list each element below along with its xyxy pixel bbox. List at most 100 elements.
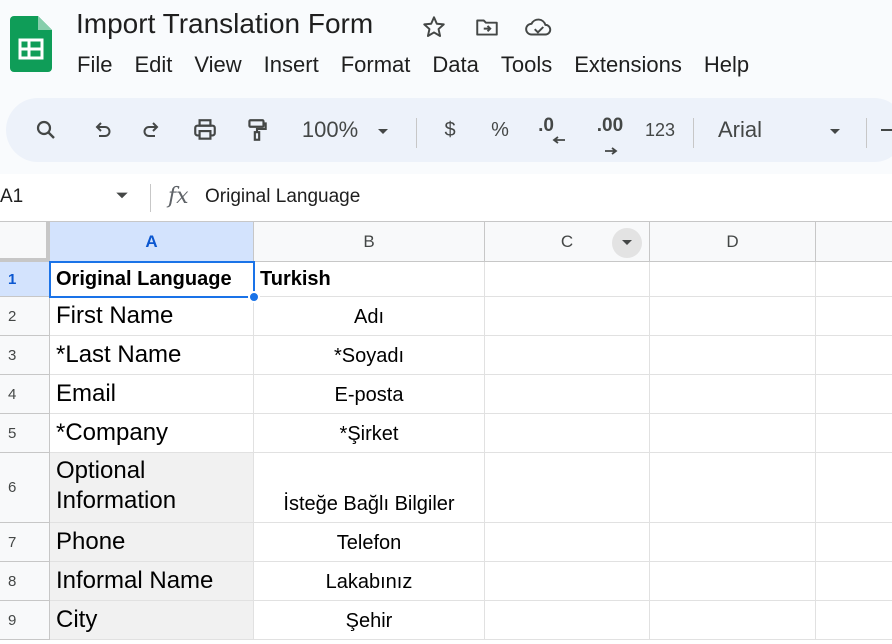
undo-icon[interactable] <box>86 98 118 162</box>
cell-d7[interactable] <box>650 523 816 562</box>
cell-d2[interactable] <box>650 297 816 336</box>
chevron-down-icon[interactable] <box>114 188 134 208</box>
increase-decimal-button[interactable]: .00 <box>590 98 630 162</box>
cell-e2[interactable] <box>816 297 892 336</box>
toolbar: 100% $ % .0 .00 123 Arial <box>6 98 892 162</box>
cell-b8[interactable]: Lakabınız <box>254 562 485 601</box>
more-formats-button[interactable]: 123 <box>640 98 680 162</box>
sheets-logo-icon[interactable] <box>10 16 52 72</box>
cell-b1[interactable]: Turkish <box>254 262 485 297</box>
cell-c6[interactable] <box>485 453 650 523</box>
cell-d9[interactable] <box>650 601 816 640</box>
row-header-4[interactable]: 4 <box>0 375 50 414</box>
chevron-down-icon <box>376 117 390 143</box>
row-header-9[interactable]: 9 <box>0 601 50 640</box>
cell-d8[interactable] <box>650 562 816 601</box>
cell-d3[interactable] <box>650 336 816 375</box>
cell-c5[interactable] <box>485 414 650 453</box>
row-header-1[interactable]: 1 <box>0 262 50 297</box>
star-icon[interactable] <box>419 12 449 42</box>
cell-d1[interactable] <box>650 262 816 297</box>
cell-e6[interactable] <box>816 453 892 523</box>
cell-e7[interactable] <box>816 523 892 562</box>
cell-a5[interactable]: *Company <box>50 414 254 453</box>
menu-format[interactable]: Format <box>330 50 422 82</box>
menu-extensions[interactable]: Extensions <box>563 50 693 82</box>
cloud-saved-icon[interactable] <box>524 12 554 42</box>
menu-tools[interactable]: Tools <box>490 50 563 82</box>
decrease-decimal-button[interactable]: .0 <box>536 98 570 162</box>
cell-b6[interactable]: İsteğe Bağlı Bilgiler <box>254 453 485 523</box>
row-header-7[interactable]: 7 <box>0 523 50 562</box>
cell-c3[interactable] <box>485 336 650 375</box>
toolbar-divider <box>416 118 417 148</box>
cell-b3[interactable]: *Soyadı <box>254 336 485 375</box>
cell-a6[interactable]: Optional Information <box>50 453 254 523</box>
fill-handle[interactable] <box>248 291 260 303</box>
move-to-folder-icon[interactable] <box>472 12 502 42</box>
cell-e1[interactable] <box>816 262 892 297</box>
cell-a9[interactable]: City <box>50 601 254 640</box>
cell-c7[interactable] <box>485 523 650 562</box>
cell-b5[interactable]: *Şirket <box>254 414 485 453</box>
cell-c2[interactable] <box>485 297 650 336</box>
menu-view[interactable]: View <box>183 50 252 82</box>
fx-icon: fx <box>168 184 189 209</box>
row-header-5[interactable]: 5 <box>0 414 50 453</box>
menu-file[interactable]: File <box>66 50 123 82</box>
spreadsheet-grid: A B C D 1 Original Language Turkish 2 Fi… <box>0 222 892 644</box>
cell-a3[interactable]: *Last Name <box>50 336 254 375</box>
decrease-font-size-icon[interactable] <box>880 98 892 162</box>
cell-c8[interactable] <box>485 562 650 601</box>
name-box[interactable]: A1 <box>0 186 23 208</box>
document-title[interactable]: Import Translation Form <box>76 8 373 40</box>
row-header-8[interactable]: 8 <box>0 562 50 601</box>
cell-a1[interactable]: Original Language <box>50 262 254 297</box>
cell-e8[interactable] <box>816 562 892 601</box>
cell-a4[interactable]: Email <box>50 375 254 414</box>
cell-b9[interactable]: Şehir <box>254 601 485 640</box>
column-header-b[interactable]: B <box>254 222 485 262</box>
cell-b7[interactable]: Telefon <box>254 523 485 562</box>
zoom-select[interactable]: 100% <box>294 98 398 162</box>
toolbar-area: 100% $ % .0 .00 123 Arial <box>0 92 892 174</box>
column-header-a[interactable]: A <box>50 222 254 262</box>
cell-b4[interactable]: E-posta <box>254 375 485 414</box>
formula-input[interactable]: Original Language <box>205 186 360 208</box>
column-header-d[interactable]: D <box>650 222 816 262</box>
print-icon[interactable] <box>188 98 222 162</box>
formula-bar: A1 fx Original Language <box>0 174 892 222</box>
menu-bar: File Edit View Insert Format Data Tools … <box>66 50 760 82</box>
cell-a2[interactable]: First Name <box>50 297 254 336</box>
cell-a8[interactable]: Informal Name <box>50 562 254 601</box>
row-header-3[interactable]: 3 <box>0 336 50 375</box>
cell-d4[interactable] <box>650 375 816 414</box>
cell-b2[interactable]: Adı <box>254 297 485 336</box>
cell-a7[interactable]: Phone <box>50 523 254 562</box>
font-select[interactable]: Arial <box>706 98 852 162</box>
search-menus-icon[interactable] <box>30 98 62 162</box>
menu-help[interactable]: Help <box>693 50 760 82</box>
currency-format-button[interactable]: $ <box>436 98 464 162</box>
column-header-e[interactable] <box>816 222 892 262</box>
paint-format-icon[interactable] <box>240 98 274 162</box>
column-menu-chevron-icon[interactable] <box>612 228 642 258</box>
cell-e5[interactable] <box>816 414 892 453</box>
cell-c4[interactable] <box>485 375 650 414</box>
row-header-6[interactable]: 6 <box>0 453 50 523</box>
cell-c9[interactable] <box>485 601 650 640</box>
zoom-value: 100% <box>301 117 359 142</box>
cell-c1[interactable] <box>485 262 650 297</box>
menu-edit[interactable]: Edit <box>123 50 183 82</box>
cell-d5[interactable] <box>650 414 816 453</box>
menu-insert[interactable]: Insert <box>253 50 330 82</box>
menu-data[interactable]: Data <box>421 50 489 82</box>
select-all-corner[interactable] <box>0 222 50 262</box>
percent-format-button[interactable]: % <box>486 98 514 162</box>
cell-d6[interactable] <box>650 453 816 523</box>
cell-e9[interactable] <box>816 601 892 640</box>
row-header-2[interactable]: 2 <box>0 297 50 336</box>
cell-e3[interactable] <box>816 336 892 375</box>
cell-e4[interactable] <box>816 375 892 414</box>
redo-icon[interactable] <box>136 98 168 162</box>
